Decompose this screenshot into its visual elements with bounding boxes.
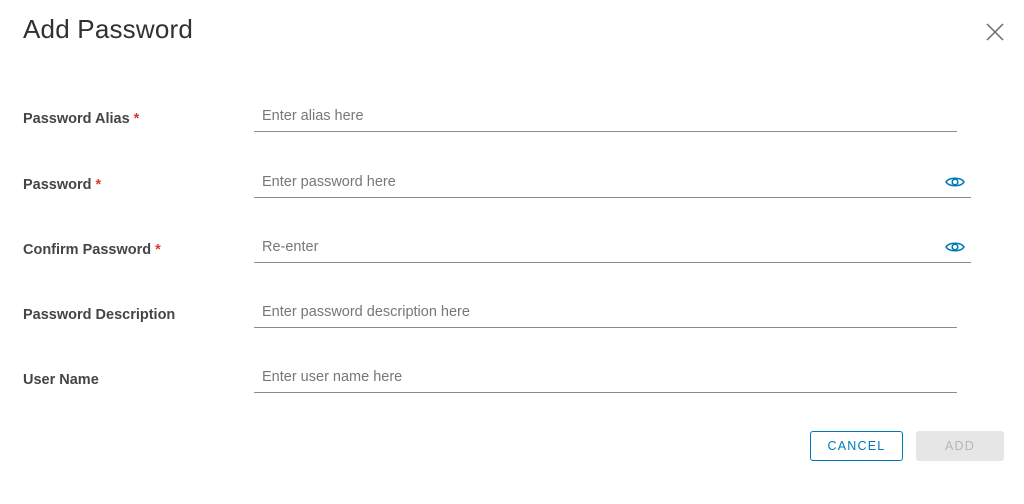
password-alias-row: Password Alias * xyxy=(0,101,1024,151)
user-name-row: User Name xyxy=(0,362,1024,412)
user-name-field xyxy=(254,362,957,393)
user-name-label: User Name xyxy=(23,372,99,388)
password-description-input[interactable] xyxy=(254,297,957,327)
confirm-password-label: Confirm Password * xyxy=(23,242,161,258)
required-mark: * xyxy=(133,111,140,127)
password-label: Password * xyxy=(23,177,102,193)
cancel-button[interactable]: CANCEL xyxy=(810,431,903,461)
password-description-label: Password Description xyxy=(23,307,176,323)
dialog-title: Add Password xyxy=(23,14,194,44)
user-name-input[interactable] xyxy=(254,362,957,392)
password-alias-field xyxy=(254,101,957,132)
password-field xyxy=(254,167,971,198)
password-alias-input[interactable] xyxy=(254,101,957,131)
password-input[interactable] xyxy=(254,167,971,197)
confirm-password-input[interactable] xyxy=(254,232,971,262)
required-mark: * xyxy=(155,242,161,258)
eye-icon[interactable] xyxy=(945,175,965,189)
password-row: Password * xyxy=(0,167,1024,217)
confirm-password-field xyxy=(254,232,971,263)
add-button[interactable]: ADD xyxy=(916,431,1004,461)
password-description-row: Password Description xyxy=(0,297,1024,347)
close-icon[interactable] xyxy=(984,21,1006,43)
confirm-password-row: Confirm Password * xyxy=(0,232,1024,282)
password-description-field xyxy=(254,297,957,328)
required-mark: * xyxy=(95,177,102,193)
add-password-dialog: Add Password Password Alias* Password* C… xyxy=(0,0,1024,504)
password-alias-label: Password Alias * xyxy=(23,111,140,127)
eye-icon[interactable] xyxy=(945,240,965,254)
